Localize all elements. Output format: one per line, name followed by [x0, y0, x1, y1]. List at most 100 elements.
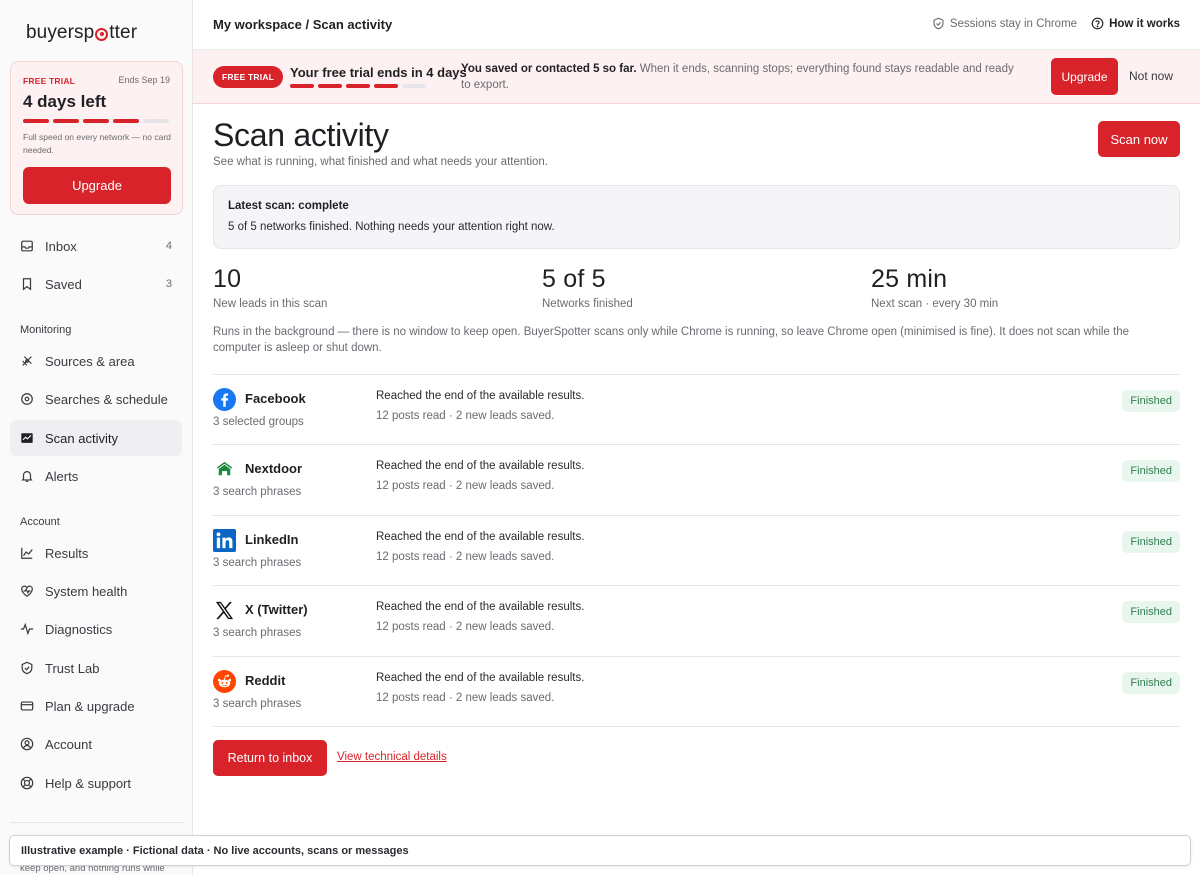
logo[interactable]: buyersp tter — [26, 22, 137, 44]
sidebar-item-label: Inbox — [45, 238, 77, 254]
network-scope: 3 search phrases — [213, 486, 302, 499]
breadcrumb-workspace[interactable]: My workspace — [213, 17, 302, 32]
sidebar-item-inbox[interactable]: Inbox 4 — [10, 228, 182, 264]
trial-card: FREE TRIAL Ends Sep 19 4 days left Full … — [10, 61, 183, 215]
scan-now-button[interactable]: Scan now — [1098, 121, 1180, 157]
breadcrumb-current: Scan activity — [312, 17, 393, 32]
sidebar-item-results[interactable]: Results — [10, 535, 182, 571]
sidebar-item-account[interactable]: Account — [10, 726, 182, 762]
stat-label: Next scan · every 30 min — [871, 298, 999, 310]
breadcrumb-separator: / — [301, 17, 313, 32]
nextdoor-icon — [216, 462, 233, 476]
chart-icon — [20, 546, 34, 560]
target-logo-icon — [95, 27, 109, 41]
trial-tag: FREE TRIAL — [23, 76, 76, 86]
status-badge: Finished — [1122, 460, 1180, 483]
status-badge: Finished — [1122, 390, 1180, 412]
banner-progress-segment — [402, 84, 426, 88]
sidebar-item-label: Help & support — [45, 775, 131, 791]
network-row-reddit: Reddit 3 search phrases Reached the end … — [213, 657, 1180, 727]
lifebuoy-icon — [20, 776, 34, 790]
how-it-works-label: How it works — [1109, 17, 1180, 30]
banner-message-bold: You saved or contacted 5 so far. — [461, 63, 637, 75]
sidebar-item-diagnostics[interactable]: Diagnostics — [10, 611, 182, 647]
shield-check-icon — [933, 17, 944, 30]
status-badge: Finished — [1122, 671, 1180, 694]
return-to-inbox-button[interactable]: Return to inbox — [213, 740, 327, 776]
view-technical-details-link[interactable]: View technical details — [337, 751, 447, 763]
linkedin-icon — [213, 528, 236, 552]
sidebar-item-trust-lab[interactable]: Trust Lab — [10, 650, 182, 686]
sidebar-item-searches[interactable]: Searches & schedule — [10, 381, 182, 417]
status-detail: 5 of 5 networks finished. Nothing needs … — [228, 221, 555, 233]
network-row-linkedin: LinkedIn 3 search phrases Reached the en… — [213, 516, 1180, 587]
stat-value: 25 min — [871, 265, 948, 293]
inbox-icon — [20, 239, 34, 253]
top-bar: My workspace / Scan activity Sessions st… — [193, 0, 1200, 50]
sidebar-item-label: Plan & upgrade — [45, 698, 135, 714]
network-list: Facebook 3 selected groups Reached the e… — [213, 374, 1180, 727]
network-counts: 12 posts read · 2 new leads saved. — [376, 550, 555, 563]
page-subtitle: See what is running, what finished and w… — [213, 156, 548, 168]
reddit-icon — [213, 669, 236, 693]
trial-end-date: Ends Sep 19 — [118, 75, 170, 85]
network-name: Facebook — [245, 391, 306, 406]
help-circle-icon — [1091, 17, 1104, 30]
stat-next-scan: 25 min Next scan · every 30 min — [871, 265, 998, 310]
stat-value: 10 — [213, 265, 242, 293]
network-scope: 3 search phrases — [213, 556, 302, 569]
saved-count: 3 — [165, 278, 172, 290]
banner-upgrade-button[interactable]: Upgrade — [1051, 58, 1118, 95]
how-it-works-link[interactable]: How it works — [1091, 17, 1180, 30]
trial-progress-segment — [83, 119, 109, 123]
illustrative-notice: Illustrative example · Fictional data · … — [9, 835, 1191, 866]
card-icon — [20, 699, 34, 713]
network-name: Reddit — [245, 672, 286, 688]
trial-progress-segment — [23, 119, 49, 123]
x-icon — [215, 602, 234, 620]
network-name: Nextdoor — [245, 461, 303, 477]
banner-progress-segment — [374, 84, 398, 88]
sidebar-item-label: Results — [45, 545, 89, 561]
trial-days-left: 4 days left — [23, 92, 107, 111]
sidebar-item-label: Trust Lab — [45, 660, 100, 676]
sidebar-item-system-health[interactable]: System health — [10, 573, 182, 609]
heart-icon — [20, 584, 34, 598]
sidebar-item-alerts[interactable]: Alerts — [10, 458, 182, 494]
activity-icon — [20, 431, 34, 445]
network-row-nextdoor: Nextdoor 3 search phrases Reached the en… — [213, 445, 1180, 516]
network-row-x: X (Twitter) 3 search phrases Reached the… — [213, 586, 1180, 657]
background-note: Runs in the background — there is no win… — [213, 326, 1130, 354]
banner-progress-segment — [318, 84, 342, 88]
status-title: Latest scan: complete — [228, 200, 349, 212]
network-scope: 3 search phrases — [213, 627, 302, 640]
sidebar-item-label: Sources & area — [45, 353, 135, 369]
banner-progress-segment — [290, 84, 314, 88]
status-badge: Finished — [1122, 530, 1180, 553]
sidebar-item-help[interactable]: Help & support — [10, 765, 182, 801]
sidebar-item-label: Searches & schedule — [45, 391, 168, 407]
banner-title: Your free trial ends in 4 days — [290, 65, 467, 80]
network-name: LinkedIn — [245, 531, 299, 547]
facebook-icon — [213, 388, 236, 411]
trial-progress-segment — [113, 119, 139, 123]
not-now-button[interactable]: Not now — [1129, 69, 1173, 83]
status-badge: Finished — [1122, 601, 1180, 624]
sidebar-item-plan[interactable]: Plan & upgrade — [10, 688, 182, 724]
nav-section-monitoring: Monitoring — [20, 324, 72, 336]
trial-progress — [23, 119, 169, 123]
banner-progress — [290, 84, 426, 88]
sidebar-upgrade-button[interactable]: Upgrade — [23, 167, 171, 204]
sessions-indicator: Sessions stay in Chrome — [932, 17, 1077, 30]
network-counts: 12 posts read · 2 new leads saved. — [376, 621, 555, 634]
network-result: Reached the end of the available results… — [376, 530, 585, 543]
trial-pill: FREE TRIAL — [213, 66, 284, 88]
pulse-icon — [20, 622, 34, 636]
sidebar-item-label: System health — [45, 583, 128, 599]
user-icon — [20, 737, 34, 751]
sources-icon — [20, 354, 34, 368]
sidebar-item-saved[interactable]: Saved 3 — [10, 266, 182, 302]
sidebar-item-scan-activity[interactable]: Scan activity — [10, 420, 182, 456]
sidebar-item-sources[interactable]: Sources & area — [10, 343, 182, 379]
sidebar-divider — [10, 822, 183, 823]
